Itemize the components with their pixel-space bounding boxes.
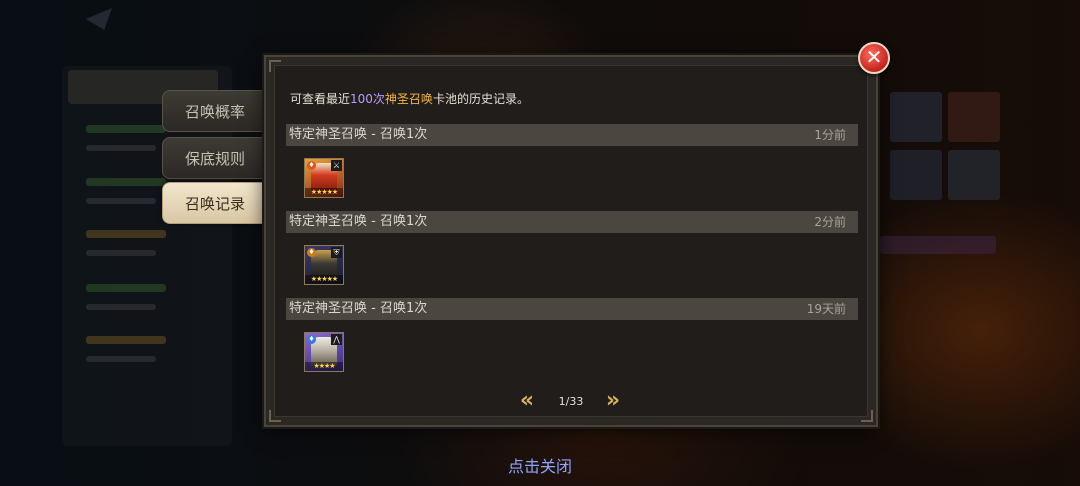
close-icon[interactable]: ✕ [858, 42, 890, 74]
star-rating: ★★★★ [305, 362, 343, 371]
record-header: 特定神圣召唤 - 召唤1次 2分前 [286, 211, 858, 233]
record-body: ♦ ⚔ ★★★★★ [286, 146, 858, 211]
record-item: 特定神圣召唤 - 召唤1次 1分前 ♦ ⚔ ★★★★★ [286, 124, 858, 211]
hero-card-white-haired-elder[interactable]: ♦ ⋀ ★★★★ [304, 332, 344, 372]
corner-ornament [269, 60, 281, 72]
tap-to-close-label[interactable]: 点击关闭 [480, 453, 600, 477]
hero-card-red-armored-knight[interactable]: ♦ ⚔ ★★★★★ [304, 158, 344, 198]
fire-element-icon: ♦ [307, 161, 316, 170]
star-rating: ★★★★★ [305, 188, 343, 197]
record-time: 19天前 [806, 302, 846, 316]
record-item: 特定神圣召唤 - 召唤1次 2分前 ♦ ⛨ ★★★★★ [286, 211, 858, 298]
record-header: 特定神圣召唤 - 召唤1次 19天前 [286, 298, 858, 320]
pagination: « 1/33 » [266, 390, 876, 414]
double-chevron-right-icon[interactable]: » [600, 390, 626, 414]
info-prefix: 可查看最近 [290, 92, 351, 106]
class-icon: ⛨ [331, 247, 342, 258]
class-icon: ⋀ [331, 334, 342, 345]
record-title: 特定神圣召唤 - 召唤1次 [289, 301, 428, 316]
record-title: 特定神圣召唤 - 召唤1次 [289, 127, 428, 142]
double-chevron-left-icon[interactable]: « [514, 390, 540, 414]
record-header: 特定神圣召唤 - 召唤1次 1分前 [286, 124, 858, 146]
class-icon: ⚔ [331, 160, 342, 171]
light-element-icon: ♦ [307, 335, 316, 344]
record-time: 2分前 [814, 215, 846, 229]
record-time: 1分前 [814, 128, 846, 142]
tab-pity-rules[interactable]: 保底规则 [162, 137, 280, 179]
star-rating: ★★★★★ [305, 275, 343, 284]
record-body: ♦ ⛨ ★★★★★ [286, 233, 858, 298]
info-count: 100次 [350, 92, 385, 106]
history-info-text: 可查看最近100次神圣召唤卡池的历史记录。 [290, 90, 529, 107]
info-suffix: 卡池的历史记录。 [432, 92, 529, 106]
dark-element-icon: ♦ [307, 248, 316, 257]
info-pool-name: 神圣召唤 [384, 92, 433, 106]
record-item: 特定神圣召唤 - 召唤1次 19天前 ♦ ⋀ ★★★★ [286, 298, 858, 385]
summon-record-dialog: 可查看最近100次神圣召唤卡池的历史记录。 特定神圣召唤 - 召唤1次 1分前 … [264, 55, 878, 427]
record-list[interactable]: 特定神圣召唤 - 召唤1次 1分前 ♦ ⚔ ★★★★★ 特定神圣召唤 - 召唤1… [286, 124, 858, 385]
hero-card-dark-armored-warrior[interactable]: ♦ ⛨ ★★★★★ [304, 245, 344, 285]
page-indicator: 1/33 [558, 395, 584, 408]
tab-summon-record[interactable]: 召唤记录 [162, 182, 280, 224]
tab-summon-rate[interactable]: 召唤概率 [162, 90, 280, 132]
record-body: ♦ ⋀ ★★★★ [286, 320, 858, 385]
record-title: 特定神圣召唤 - 召唤1次 [289, 214, 428, 229]
